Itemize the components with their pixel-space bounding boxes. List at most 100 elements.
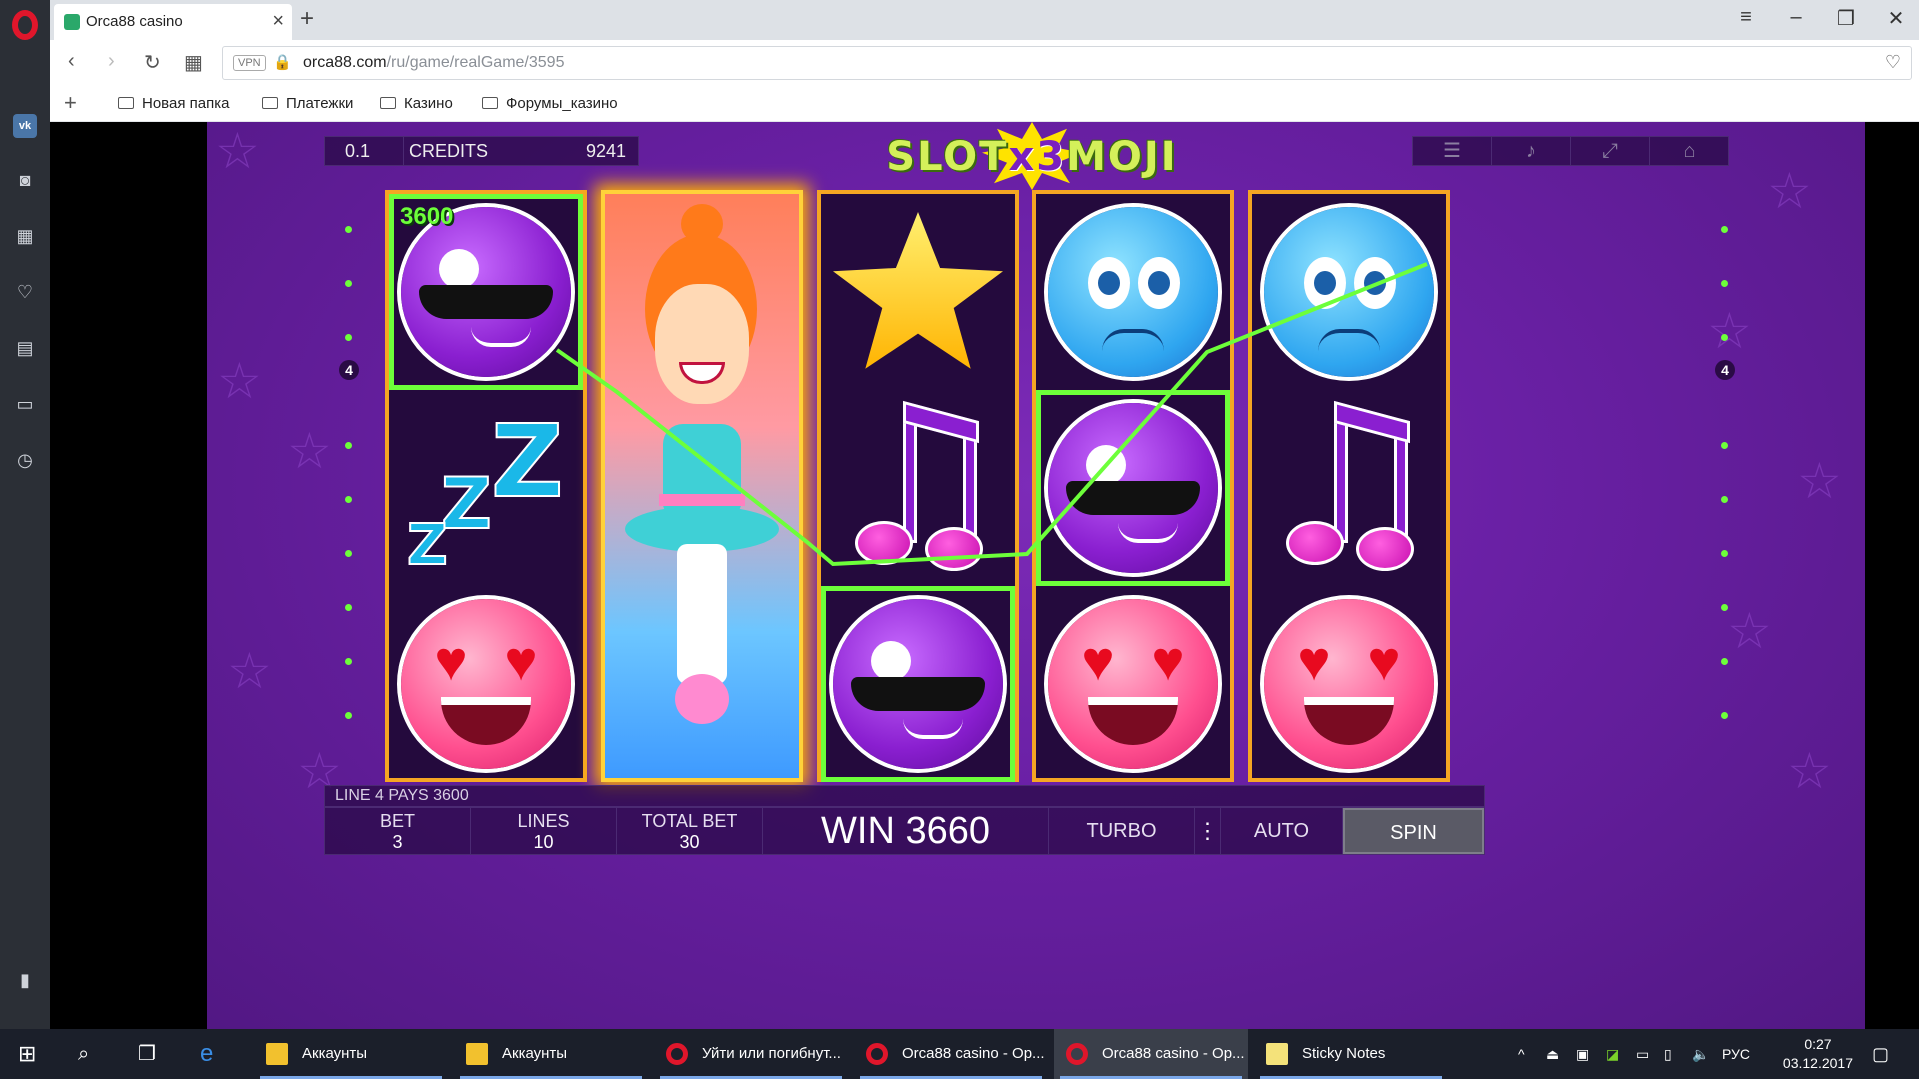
taskbar-app-active[interactable]: Orca88 casino - Op... — [1054, 1029, 1248, 1079]
tab-menu-icon[interactable]: ≡ — [1726, 6, 1766, 29]
forward-icon[interactable]: › — [108, 50, 115, 73]
sound-icon[interactable]: ♪ — [1492, 137, 1571, 165]
tabs-icon[interactable]: ▭ — [13, 392, 37, 416]
payline-dot — [345, 712, 352, 719]
ballerina-wild-icon — [605, 194, 799, 778]
sad-emoji-icon — [1264, 207, 1434, 377]
reel-cell-sad-emoji — [1252, 194, 1446, 390]
zzz-sleep-icon: Z Z Z — [406, 402, 564, 579]
bookmark-folder[interactable]: Новая папка — [118, 95, 229, 112]
lock-icon[interactable]: 🔒 — [273, 53, 292, 71]
status-message: LINE 4 PAYS 3600 — [324, 785, 1485, 807]
lines-control[interactable]: LINES 10 — [471, 808, 617, 854]
top-controls: ☰ ♪ ⤢ ⌂ — [1412, 136, 1729, 166]
camera-icon[interactable]: ◙ — [13, 168, 37, 192]
taskbar-app[interactable]: Sticky Notes — [1254, 1029, 1448, 1079]
vk-icon[interactable]: vk — [13, 114, 37, 138]
sad-emoji-icon — [1048, 207, 1218, 377]
vpn-badge[interactable]: VPN — [233, 55, 266, 71]
language-indicator[interactable]: РУС — [1722, 1029, 1750, 1079]
news-icon[interactable]: ▤ — [13, 336, 37, 360]
add-bookmark-icon[interactable]: + — [64, 90, 77, 116]
fullscreen-icon[interactable]: ⤢ — [1571, 137, 1650, 165]
bookmark-folder[interactable]: Казино — [380, 95, 453, 112]
bookmark-folder[interactable]: Платежки — [262, 95, 353, 112]
payline-dot — [345, 226, 352, 233]
tray-usb-icon[interactable]: ⏏ — [1546, 1029, 1559, 1079]
search-icon[interactable]: ⌕ — [78, 1029, 89, 1079]
cool-emoji-icon — [401, 207, 571, 377]
spin-button[interactable]: SPIN — [1343, 808, 1484, 854]
url-field[interactable]: VPN 🔒 orca88.com/ru/game/realGame/3595 ♡ — [222, 46, 1912, 80]
reel-cell-heart-eyes: ♥ ♥ — [1036, 586, 1230, 782]
history-icon[interactable]: ◷ — [13, 448, 37, 472]
payline-dot — [1721, 550, 1728, 557]
reel-cell-star — [821, 194, 1015, 390]
payline-dot — [1721, 712, 1728, 719]
denomination[interactable]: 0.1 — [345, 137, 370, 165]
win-amount-badge: 3600 — [400, 203, 454, 230]
sidebar-toggle-icon[interactable]: ▮ — [13, 968, 37, 992]
bet-value: 3 — [392, 832, 403, 852]
payline-dot — [1721, 604, 1728, 611]
payline-dot — [345, 550, 352, 557]
reel-cell-note — [821, 390, 1015, 586]
clock[interactable]: 0:27 03.12.2017 — [1783, 1035, 1853, 1073]
task-view-icon[interactable]: ❐ — [138, 1029, 156, 1079]
win-display: WIN 3660 — [763, 808, 1049, 854]
taskbar-app[interactable]: Уйти или погибнут... — [654, 1029, 848, 1079]
taskbar-app[interactable]: Аккаунты — [454, 1029, 648, 1079]
opera-sidebar: vk ◙ ▦ ♡ ▤ ▭ ◷ ▮ — [0, 0, 50, 1029]
taskbar-app[interactable]: Orca88 casino - Op... — [854, 1029, 1048, 1079]
star-icon — [833, 212, 1003, 369]
auto-button[interactable]: AUTO — [1221, 808, 1343, 854]
home-icon[interactable]: ⌂ — [1650, 137, 1729, 165]
folder-icon — [266, 1043, 288, 1065]
tray-app-icon[interactable]: ▣ — [1576, 1029, 1589, 1079]
minimize-icon[interactable]: – — [1776, 6, 1816, 29]
battery-icon[interactable]: ▭ — [1636, 1029, 1649, 1079]
back-icon[interactable]: ‹ — [68, 50, 75, 73]
notifications-icon[interactable]: ▢ — [1872, 1029, 1889, 1079]
tray-nvidia-icon[interactable]: ◪ — [1606, 1029, 1619, 1079]
windows-start-icon[interactable]: ⊞ — [18, 1029, 36, 1079]
reel-cell-note — [1252, 390, 1446, 586]
speed-dial-grid-icon[interactable]: ▦ — [184, 50, 203, 75]
heart-icon[interactable]: ♡ — [13, 280, 37, 304]
turbo-button[interactable]: TURBO — [1049, 808, 1195, 854]
payline-dot — [1721, 442, 1728, 449]
restore-icon[interactable]: ❐ — [1826, 6, 1866, 31]
volume-icon[interactable]: 🔈 — [1692, 1029, 1709, 1079]
network-icon[interactable]: ▯ — [1664, 1029, 1672, 1079]
opera-icon — [1066, 1043, 1088, 1065]
line-number-right: 4 — [1715, 360, 1735, 380]
tray-chevron-icon[interactable]: ^ — [1518, 1029, 1525, 1079]
lines-value: 10 — [533, 832, 554, 852]
close-window-icon[interactable]: ✕ — [1876, 6, 1916, 31]
slotx3moji-logo: SLOTx3MOJI — [832, 122, 1232, 190]
reload-icon[interactable]: ↻ — [144, 50, 161, 75]
reel-1: 3600 Z Z Z ♥ ♥ — [385, 190, 587, 782]
opera-logo-icon[interactable] — [12, 10, 38, 40]
edge-icon[interactable]: e — [200, 1029, 213, 1079]
bet-control[interactable]: BET 3 — [325, 808, 471, 854]
menu-icon[interactable]: ☰ — [1413, 137, 1492, 165]
bookmarks-bar: + Новая папка Платежки Казино Форумы_каз… — [50, 86, 1919, 122]
credits-value: 9241 — [585, 141, 626, 161]
tab-orca88[interactable]: Orca88 casino × — [54, 4, 292, 40]
total-bet-value: 30 — [679, 832, 700, 852]
close-tab-icon[interactable]: × — [272, 10, 284, 33]
bookmark-folder[interactable]: Форумы_казино — [482, 95, 618, 112]
taskbar-app[interactable]: Аккаунты — [254, 1029, 448, 1079]
cool-emoji-icon — [1048, 403, 1218, 573]
url-text[interactable]: orca88.com/ru/game/realGame/3595 — [303, 54, 564, 72]
heart-eyes-emoji-icon: ♥ ♥ — [1264, 599, 1434, 769]
speed-dial-icon[interactable]: ▦ — [13, 224, 37, 248]
more-options-icon[interactable]: ⋮ — [1195, 808, 1221, 854]
slot-game[interactable]: ☆ ☆ ☆ ☆ ☆ ☆ ☆ ☆ ☆ ☆ 0.1 CREDITS 9241 SLO… — [207, 122, 1865, 1029]
new-tab-icon[interactable]: + — [300, 5, 314, 33]
windows-taskbar: ⊞ ⌕ ❐ e Аккаунты Аккаунты Уйти или погиб… — [0, 1029, 1919, 1079]
reel-cell-sad-emoji — [1036, 194, 1230, 390]
bookmark-heart-icon[interactable]: ♡ — [1885, 52, 1901, 73]
payline-dot — [345, 604, 352, 611]
